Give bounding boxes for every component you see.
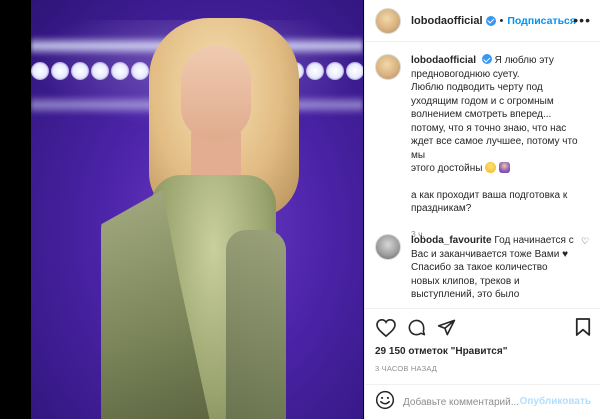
bulb [51, 62, 69, 80]
caption-text: lobodaofficial Я люблю эту предновогодню… [411, 54, 591, 241]
verified-badge-icon [481, 54, 492, 64]
post-photo[interactable] [31, 0, 363, 419]
post-actions-bar [365, 308, 600, 346]
caption-line: Люблю подводить черту под [411, 82, 543, 93]
caption-line: этого достойны [411, 163, 483, 174]
figure-face [181, 45, 251, 140]
separator-dot: • [499, 14, 504, 27]
commenter-avatar[interactable] [375, 234, 401, 260]
comment-text: loboda_favourite Год начинается с Вас и … [411, 234, 581, 302]
verified-badge-icon [485, 15, 496, 26]
bulb [306, 62, 324, 80]
publish-button[interactable]: Опубликовать [520, 396, 591, 407]
caption-line: ждет все самое лучшее, потому что мы [411, 136, 578, 161]
comments-list[interactable]: lobodaofficial Я люблю эту предновогодню… [365, 42, 600, 307]
comment-line: Спасибо за такое количество [411, 262, 548, 273]
comment-line: Вас и заканчивается тоже Вами [411, 248, 560, 260]
like-comment-heart-icon[interactable]: ♡ [581, 236, 591, 246]
likes-count[interactable]: 29 150 отметок "Нравится" [375, 346, 507, 357]
figure-coat-right [226, 230, 286, 419]
comment-item: loboda_favourite Год начинается с Вас и … [375, 234, 591, 302]
question-line: а как проходит ваша подготовка к [411, 189, 568, 201]
smile-emoji-icon [485, 162, 497, 173]
post-timestamp[interactable]: 3 ЧАСОВ НАЗАД [375, 364, 437, 373]
caption-line: потому, что я точно знаю, что нас [411, 122, 567, 134]
author-avatar[interactable] [375, 54, 401, 80]
caption-line: Я люблю эту [494, 55, 554, 66]
caption-item: lobodaofficial Я люблю эту предновогодню… [375, 54, 591, 241]
bulb [71, 62, 89, 80]
heart-icon[interactable] [375, 317, 397, 339]
more-options-icon[interactable]: ••• [573, 13, 591, 27]
bulb [91, 62, 109, 80]
comment-icon[interactable] [405, 317, 427, 339]
caption-line: предновогоднюю суету. [411, 68, 520, 80]
bulb [326, 62, 344, 80]
person-raising-hand-emoji-icon [498, 162, 510, 173]
bulb [31, 62, 49, 80]
comment-line: новых клипов, треков и [411, 275, 520, 287]
author-avatar[interactable] [375, 7, 401, 34]
post-modal: lobodaofficial • Подписаться ••• lobodao… [0, 0, 600, 419]
comment-line: выступлений, это было [411, 289, 520, 300]
caption-line: волнением смотреть вперед... [411, 109, 552, 120]
post-side-panel: lobodaofficial • Подписаться ••• lobodao… [364, 0, 600, 419]
black-heart-icon: ♥ [562, 248, 569, 260]
bulb [346, 62, 363, 80]
follow-button[interactable]: Подписаться [507, 15, 576, 27]
author-username[interactable]: lobodaofficial [411, 15, 483, 27]
emoji-picker-icon[interactable] [375, 390, 395, 415]
comment-line: Год начинается с [494, 235, 574, 246]
bulb [131, 62, 149, 80]
caption-username[interactable]: lobodaofficial [411, 55, 476, 66]
bulb [111, 62, 129, 80]
caption-line: уходящим годом и с огромным [411, 95, 554, 107]
commenter-username[interactable]: loboda_favourite [411, 235, 492, 246]
question-line: праздникам? [411, 203, 472, 214]
add-comment-bar: Опубликовать [365, 384, 600, 419]
post-header: lobodaofficial • Подписаться ••• [365, 0, 600, 42]
bookmark-icon[interactable] [575, 317, 591, 342]
share-icon[interactable] [435, 317, 457, 339]
